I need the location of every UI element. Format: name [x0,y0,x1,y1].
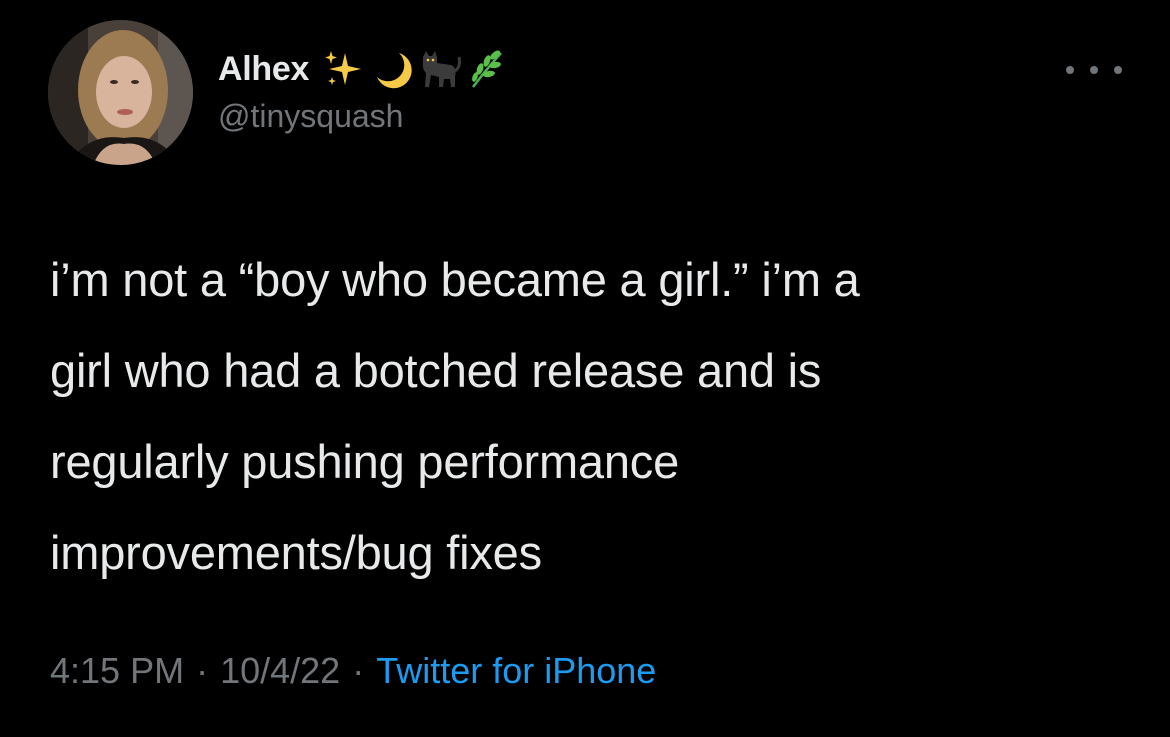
sparkles-icon [325,51,362,85]
tweet-card: Alhex @tinysquash i’m not a “boy who bec… [0,0,1170,737]
tweet-date[interactable]: 10/4/22 [220,650,340,692]
more-dot [1066,66,1074,74]
meta-separator: · [196,650,209,691]
black-cat-icon [422,51,462,87]
avatar[interactable] [48,20,193,165]
herb-icon [472,50,503,88]
avatar-image [48,20,193,165]
meta-separator: · [352,650,365,691]
user-handle[interactable]: @tinysquash [218,98,509,135]
tweet-source-link[interactable]: Twitter for iPhone [376,650,656,692]
display-name[interactable]: Alhex [218,50,309,89]
name-emojis [321,47,509,91]
tweet-meta: 4:15 PM · 10/4/22 · Twitter for iPhone [50,650,656,692]
tweet-time[interactable]: 4:15 PM [50,650,184,692]
more-dot [1114,66,1122,74]
tweet-header: Alhex @tinysquash [218,44,509,135]
more-dot [1090,66,1098,74]
name-row: Alhex [218,44,509,94]
crescent-moon-icon [377,53,412,89]
tweet-text: i’m not a “boy who became a girl.” i’m a… [50,253,860,579]
more-options-icon[interactable] [1066,58,1122,82]
